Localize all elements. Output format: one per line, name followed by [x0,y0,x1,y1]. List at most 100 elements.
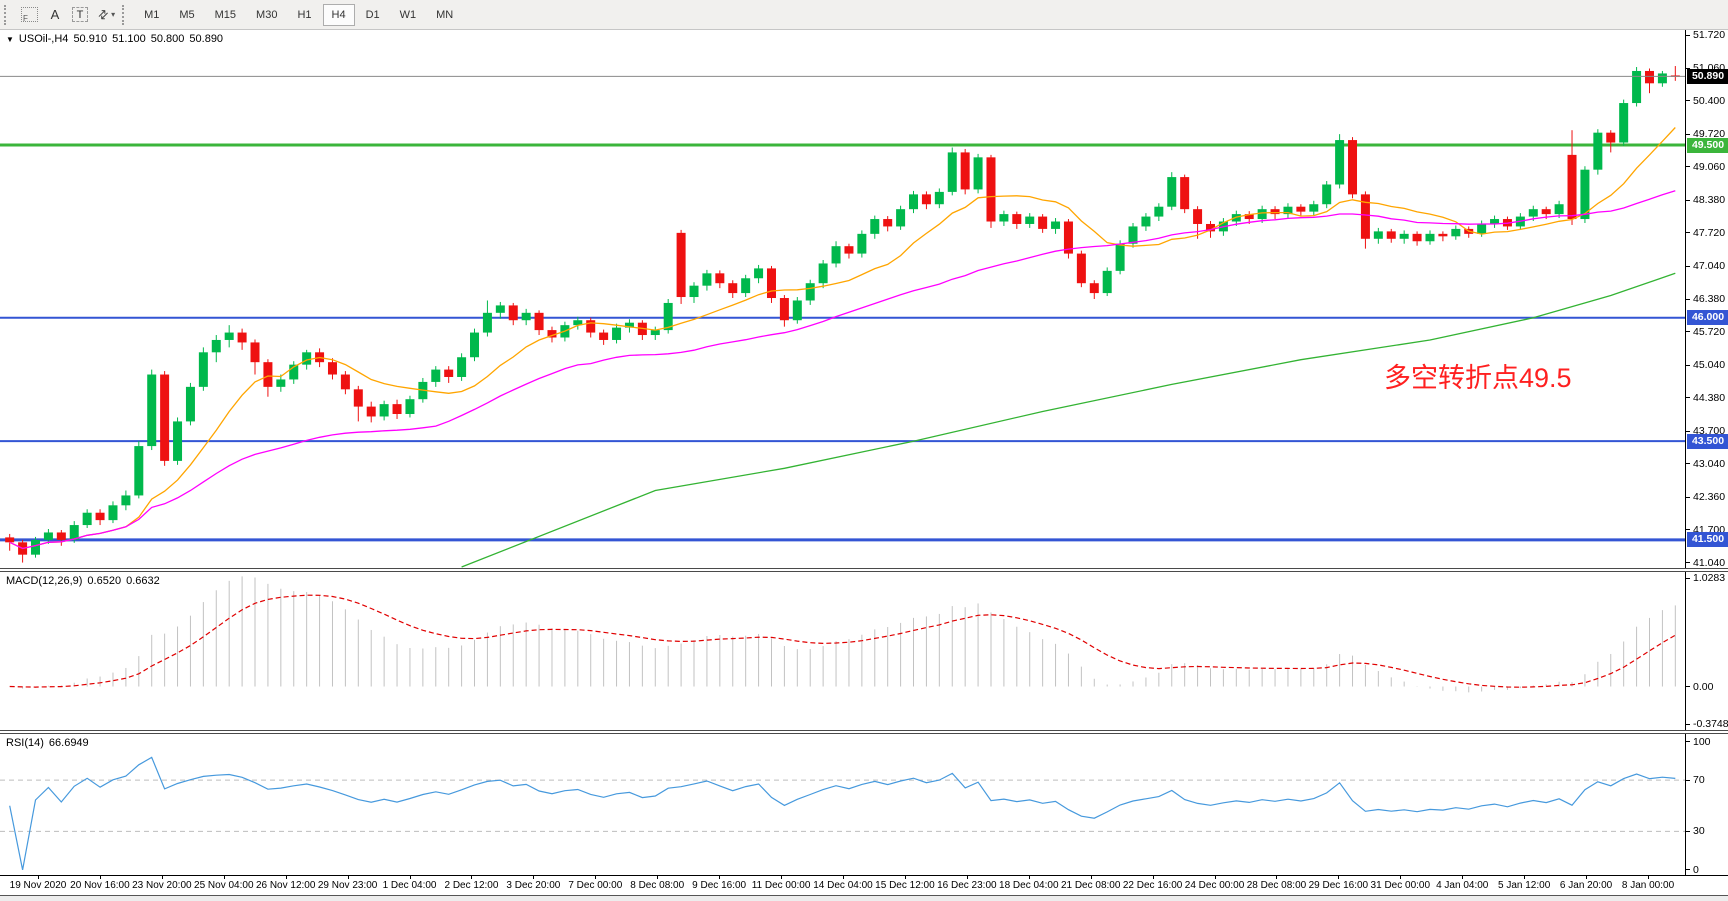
time-tick [843,876,844,879]
time-tick [1338,876,1339,879]
price-tick-label: 47.720 [1693,227,1725,239]
time-label: 14 Dec 04:00 [813,880,873,891]
time-tick [100,876,101,879]
timeframe-MN[interactable]: MN [427,4,462,26]
price-tick-label: 43.040 [1693,458,1725,470]
price-tick [1686,431,1690,432]
price-chart-canvas[interactable] [0,30,1685,568]
symbol-period: USOil-,H4 [19,33,69,45]
price-tick-label: 45.720 [1693,326,1725,338]
price-tick [1686,200,1690,201]
price-tick [1686,497,1690,498]
price-tick-label: 48.380 [1693,194,1725,206]
chart-mode-tool-button[interactable]: F [16,4,43,26]
price-tick-label: 41.040 [1693,557,1725,568]
timeframe-D1[interactable]: D1 [357,4,389,26]
arrows-tool-icon: ⇅ [95,6,112,23]
macd-axis[interactable]: 1.02830.00-0.3748 [1685,572,1728,730]
time-label: 16 Dec 23:00 [937,880,997,891]
price-axis[interactable]: 51.72051.06050.40049.72049.06048.38047.7… [1685,30,1728,568]
ohlc-high: 51.100 [112,33,146,45]
timeframe-M30[interactable]: M30 [247,4,286,26]
price-level-badge: 46.000 [1687,310,1728,325]
price-tick [1686,562,1690,563]
price-tick [1686,529,1690,530]
price-tick [1686,134,1690,135]
time-tick [1462,876,1463,879]
price-tick [1686,397,1690,398]
macd-tick-label: 0.00 [1693,681,1713,693]
time-tick [719,876,720,879]
symbol-dropdown-icon[interactable]: ▼ [6,35,14,44]
time-label: 31 Dec 00:00 [1371,880,1431,891]
timeframe-M5[interactable]: M5 [170,4,203,26]
macd-tick [1686,686,1690,687]
rsi-value: 66.6949 [49,737,89,749]
time-label: 29 Dec 16:00 [1309,880,1369,891]
time-tick [1153,876,1154,879]
rsi-tick [1686,741,1690,742]
macd-canvas[interactable] [0,572,1685,730]
annotation-text[interactable]: 多空转折点49.5 [1384,356,1572,395]
time-tick [38,876,39,879]
text-tool-button[interactable]: T [67,4,93,26]
time-label: 28 Dec 08:00 [1247,880,1307,891]
price-tick-label: 45.040 [1693,359,1725,371]
timeframe-M1[interactable]: M1 [135,4,168,26]
rsi-tick [1686,780,1690,781]
symbol-ohlc-line[interactable]: ▼ USOil-,H4 50.910 51.100 50.800 50.890 [6,33,223,45]
price-tick [1686,232,1690,233]
time-label: 19 Nov 2020 [10,880,67,891]
price-tick [1686,463,1690,464]
ohlc-open: 50.910 [73,33,107,45]
time-label: 24 Dec 00:00 [1185,880,1245,891]
time-tick [1586,876,1587,879]
rsi-tick-label: 100 [1693,736,1711,748]
time-axis[interactable]: 19 Nov 202020 Nov 16:0023 Nov 20:0025 No… [0,875,1728,895]
arrows-tool-button[interactable]: ⇅ ▾ [93,4,120,26]
time-tick [781,876,782,879]
time-label: 8 Dec 08:00 [630,880,684,891]
rsi-axis[interactable]: 10070300 [1685,734,1728,875]
time-tick [286,876,287,879]
toolbar-grip[interactable] [4,5,11,25]
time-tick [657,876,658,879]
time-label: 8 Jan 00:00 [1622,880,1674,891]
time-label: 22 Dec 16:00 [1123,880,1183,891]
toolbar-grip[interactable] [122,5,129,25]
time-tick [1091,876,1092,879]
label-tool-icon: A [51,7,60,22]
price-chart-pane: ▼ USOil-,H4 50.910 51.100 50.800 50.890 … [0,30,1728,568]
rsi-tick [1686,869,1690,870]
rsi-label: RSI(14) 66.6949 [6,737,89,749]
time-tick [905,876,906,879]
rsi-tick-label: 70 [1693,774,1705,786]
timeframe-W1[interactable]: W1 [391,4,426,26]
timeframe-H1[interactable]: H1 [288,4,320,26]
timeframe-M15[interactable]: M15 [206,4,245,26]
time-label: 3 Dec 20:00 [506,880,560,891]
price-tick-label: 42.360 [1693,491,1725,503]
macd-tick-label: -0.3748 [1693,718,1728,730]
label-tool-button[interactable]: A [43,4,67,26]
timeframe-H4[interactable]: H4 [323,4,355,26]
time-label: 23 Nov 20:00 [132,880,192,891]
macd-main-value: 0.6520 [87,575,121,587]
text-tool-icon: T [72,7,88,22]
time-label: 6 Jan 20:00 [1560,880,1612,891]
window-bottom-edge [0,895,1728,901]
current-price-badge: 50.890 [1687,69,1728,84]
time-label: 1 Dec 04:00 [383,880,437,891]
time-tick [224,876,225,879]
price-tick [1686,166,1690,167]
time-tick [348,876,349,879]
time-label: 18 Dec 04:00 [999,880,1059,891]
price-tick [1686,266,1690,267]
time-tick [162,876,163,879]
macd-label: MACD(12,26,9) 0.6520 0.6632 [6,575,160,587]
time-label: 11 Dec 00:00 [752,880,811,891]
time-label: 7 Dec 00:00 [568,880,622,891]
time-tick [533,876,534,879]
time-label: 29 Nov 23:00 [318,880,378,891]
rsi-canvas[interactable] [0,734,1685,875]
